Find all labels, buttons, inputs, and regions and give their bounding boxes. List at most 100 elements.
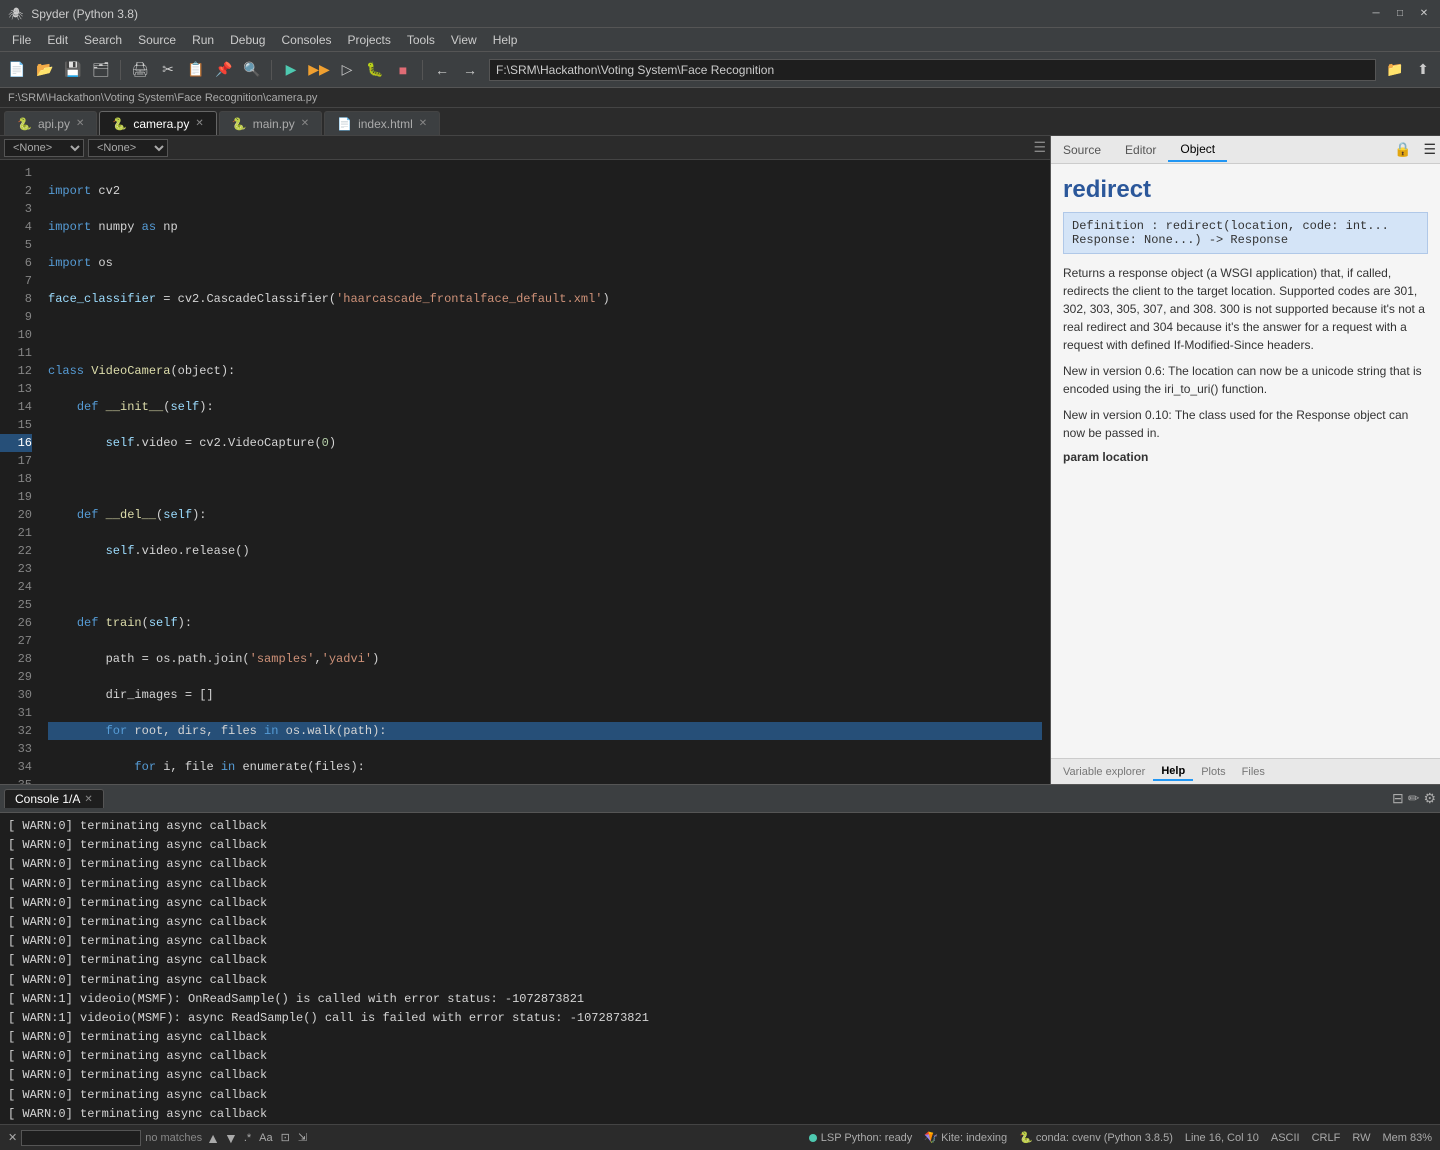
title-bar-left: 🕷 Spyder (Python 3.8): [8, 7, 138, 21]
copy-button[interactable]: 📋: [183, 57, 209, 83]
console-line: [ WARN:0] terminating async callback: [8, 913, 1432, 932]
eol-status: CRLF: [1312, 1132, 1341, 1144]
tab-api-label: api.py: [38, 117, 70, 131]
menu-view[interactable]: View: [443, 31, 485, 49]
rpanel-tab-editor[interactable]: Editor: [1113, 139, 1168, 161]
kite-icon: 🪁: [924, 1132, 938, 1144]
menu-edit[interactable]: Edit: [39, 31, 76, 49]
help-tabs-bar: Variable explorer Help Plots Files: [1051, 758, 1440, 784]
console-line: [ WARN:0] terminating async callback: [8, 1047, 1432, 1066]
conda-env: 🐍 conda: cvenv (Python 3.8.5): [1019, 1131, 1173, 1144]
console-line: [ WARN:0] terminating async callback: [8, 1086, 1432, 1105]
tab-main-icon: 🐍: [232, 117, 247, 131]
tab-main-close[interactable]: ✕: [301, 118, 309, 129]
options-icon[interactable]: ☰: [1419, 139, 1440, 160]
minimize-button[interactable]: ─: [1368, 6, 1384, 22]
app-title: Spyder (Python 3.8): [31, 7, 138, 21]
path-bar: F:\SRM\Hackathon\Voting System\Face Reco…: [489, 59, 1376, 81]
menu-run[interactable]: Run: [184, 31, 222, 49]
stop-button[interactable]: ■: [390, 57, 416, 83]
console-icons: ⊟ ✏ ⚙: [1392, 790, 1436, 807]
menu-projects[interactable]: Projects: [340, 31, 399, 49]
search-word-icon[interactable]: ⊡: [279, 1131, 292, 1144]
run-sel-button[interactable]: ▷: [334, 57, 360, 83]
console-line: [ WARN:0] terminating async callback: [8, 875, 1432, 894]
console-line-special2: [ WARN:1] videoio(MSMF): async ReadSampl…: [8, 1009, 1432, 1028]
console-tabs: Console 1/A ✕ ⊟ ✏ ⚙: [0, 785, 1440, 813]
menu-search[interactable]: Search: [76, 31, 130, 49]
editor-menu-icon[interactable]: ☰: [1033, 139, 1046, 156]
right-selector[interactable]: <None>: [88, 139, 168, 157]
tab-index[interactable]: 📄 index.html ✕: [324, 111, 440, 135]
tab-index-close[interactable]: ✕: [419, 118, 427, 129]
code-content[interactable]: import cv2 import numpy as np import os …: [40, 160, 1050, 784]
menu-consoles[interactable]: Consoles: [273, 31, 339, 49]
search-regex-icon[interactable]: .*: [242, 1132, 253, 1144]
tab-main[interactable]: 🐍 main.py ✕: [219, 111, 322, 135]
paste-button[interactable]: 📌: [211, 57, 237, 83]
help-tab-varexplorer[interactable]: Variable explorer: [1055, 764, 1153, 780]
tab-api-close[interactable]: ✕: [76, 118, 84, 129]
search-next-icon[interactable]: ▼: [224, 1130, 238, 1146]
cut-button[interactable]: ✂: [155, 57, 181, 83]
maximize-button[interactable]: □: [1392, 6, 1408, 22]
tab-camera[interactable]: 🐍 camera.py ✕: [99, 111, 216, 135]
search-sel-icon[interactable]: ⇲: [296, 1131, 309, 1144]
encoding-status: ASCII: [1271, 1132, 1300, 1144]
console-line: [ WARN:0] terminating async callback: [8, 1105, 1432, 1124]
help-tab-help[interactable]: Help: [1153, 763, 1193, 781]
browse-button[interactable]: 📁: [1382, 57, 1408, 83]
doc-body: Returns a response object (a WSGI applic…: [1063, 264, 1428, 442]
file-path-text: F:\SRM\Hackathon\Voting System\Face Reco…: [8, 92, 317, 104]
up-button[interactable]: ⬆: [1410, 57, 1436, 83]
close-search-icon[interactable]: ✕: [8, 1131, 17, 1144]
conda-icon: 🐍: [1019, 1132, 1033, 1144]
console-line: [ WARN:0] terminating async callback: [8, 971, 1432, 990]
new-file-button[interactable]: 📄: [4, 57, 30, 83]
prev-button[interactable]: ←: [429, 57, 455, 83]
console-tab-1[interactable]: Console 1/A ✕: [4, 789, 104, 808]
doc-para-3: New in version 0.10: The class used for …: [1063, 406, 1428, 442]
left-selector[interactable]: <None>: [4, 139, 84, 157]
open-file-button[interactable]: 📂: [32, 57, 58, 83]
close-button[interactable]: ✕: [1416, 6, 1432, 22]
doc-title: redirect: [1063, 176, 1428, 204]
console-line: [ WARN:0] terminating async callback: [8, 951, 1432, 970]
search-case-icon[interactable]: Aa: [257, 1132, 274, 1144]
console-tab-close[interactable]: ✕: [84, 794, 92, 805]
tab-camera-close[interactable]: ✕: [195, 118, 203, 129]
next-button[interactable]: →: [457, 57, 483, 83]
help-tab-plots[interactable]: Plots: [1193, 764, 1233, 780]
debug-button[interactable]: 🐛: [362, 57, 388, 83]
menu-help[interactable]: Help: [485, 31, 526, 49]
console-split-icon[interactable]: ⊟: [1392, 790, 1404, 807]
code-container: 12345 678910 1112131415 16 17181920 2122…: [0, 160, 1050, 784]
menu-file[interactable]: File: [4, 31, 39, 49]
lock-icon[interactable]: 🔒: [1390, 139, 1415, 160]
tab-index-label: index.html: [358, 117, 413, 131]
console-line-special: [ WARN:1] videoio(MSMF): OnReadSample() …: [8, 990, 1432, 1009]
tab-camera-label: camera.py: [133, 117, 189, 131]
menu-debug[interactable]: Debug: [222, 31, 273, 49]
save-button[interactable]: 💾: [60, 57, 86, 83]
find-button[interactable]: 🔍: [239, 57, 265, 83]
search-input[interactable]: [21, 1130, 141, 1146]
param-label: param location: [1063, 450, 1428, 464]
tab-api[interactable]: 🐍 api.py ✕: [4, 111, 97, 135]
run-button[interactable]: ▶: [278, 57, 304, 83]
console-gear-icon[interactable]: ⚙: [1423, 790, 1436, 807]
rpanel-tab-source[interactable]: Source: [1051, 139, 1113, 161]
menu-source[interactable]: Source: [130, 31, 184, 49]
console-edit-icon[interactable]: ✏: [1408, 790, 1420, 807]
tab-main-label: main.py: [253, 117, 295, 131]
doc-para-1: Returns a response object (a WSGI applic…: [1063, 264, 1428, 354]
print-button[interactable]: 🖨: [127, 57, 153, 83]
help-tab-files[interactable]: Files: [1234, 764, 1273, 780]
console-tab-label: Console 1/A: [15, 792, 80, 806]
menu-tools[interactable]: Tools: [399, 31, 443, 49]
search-prev-icon[interactable]: ▲: [206, 1130, 220, 1146]
run-cell-button[interactable]: ▶▶: [306, 57, 332, 83]
rpanel-tab-object[interactable]: Object: [1168, 138, 1227, 162]
doc-para-2: New in version 0.6: The location can now…: [1063, 362, 1428, 398]
save-all-button[interactable]: 🗂: [88, 57, 114, 83]
